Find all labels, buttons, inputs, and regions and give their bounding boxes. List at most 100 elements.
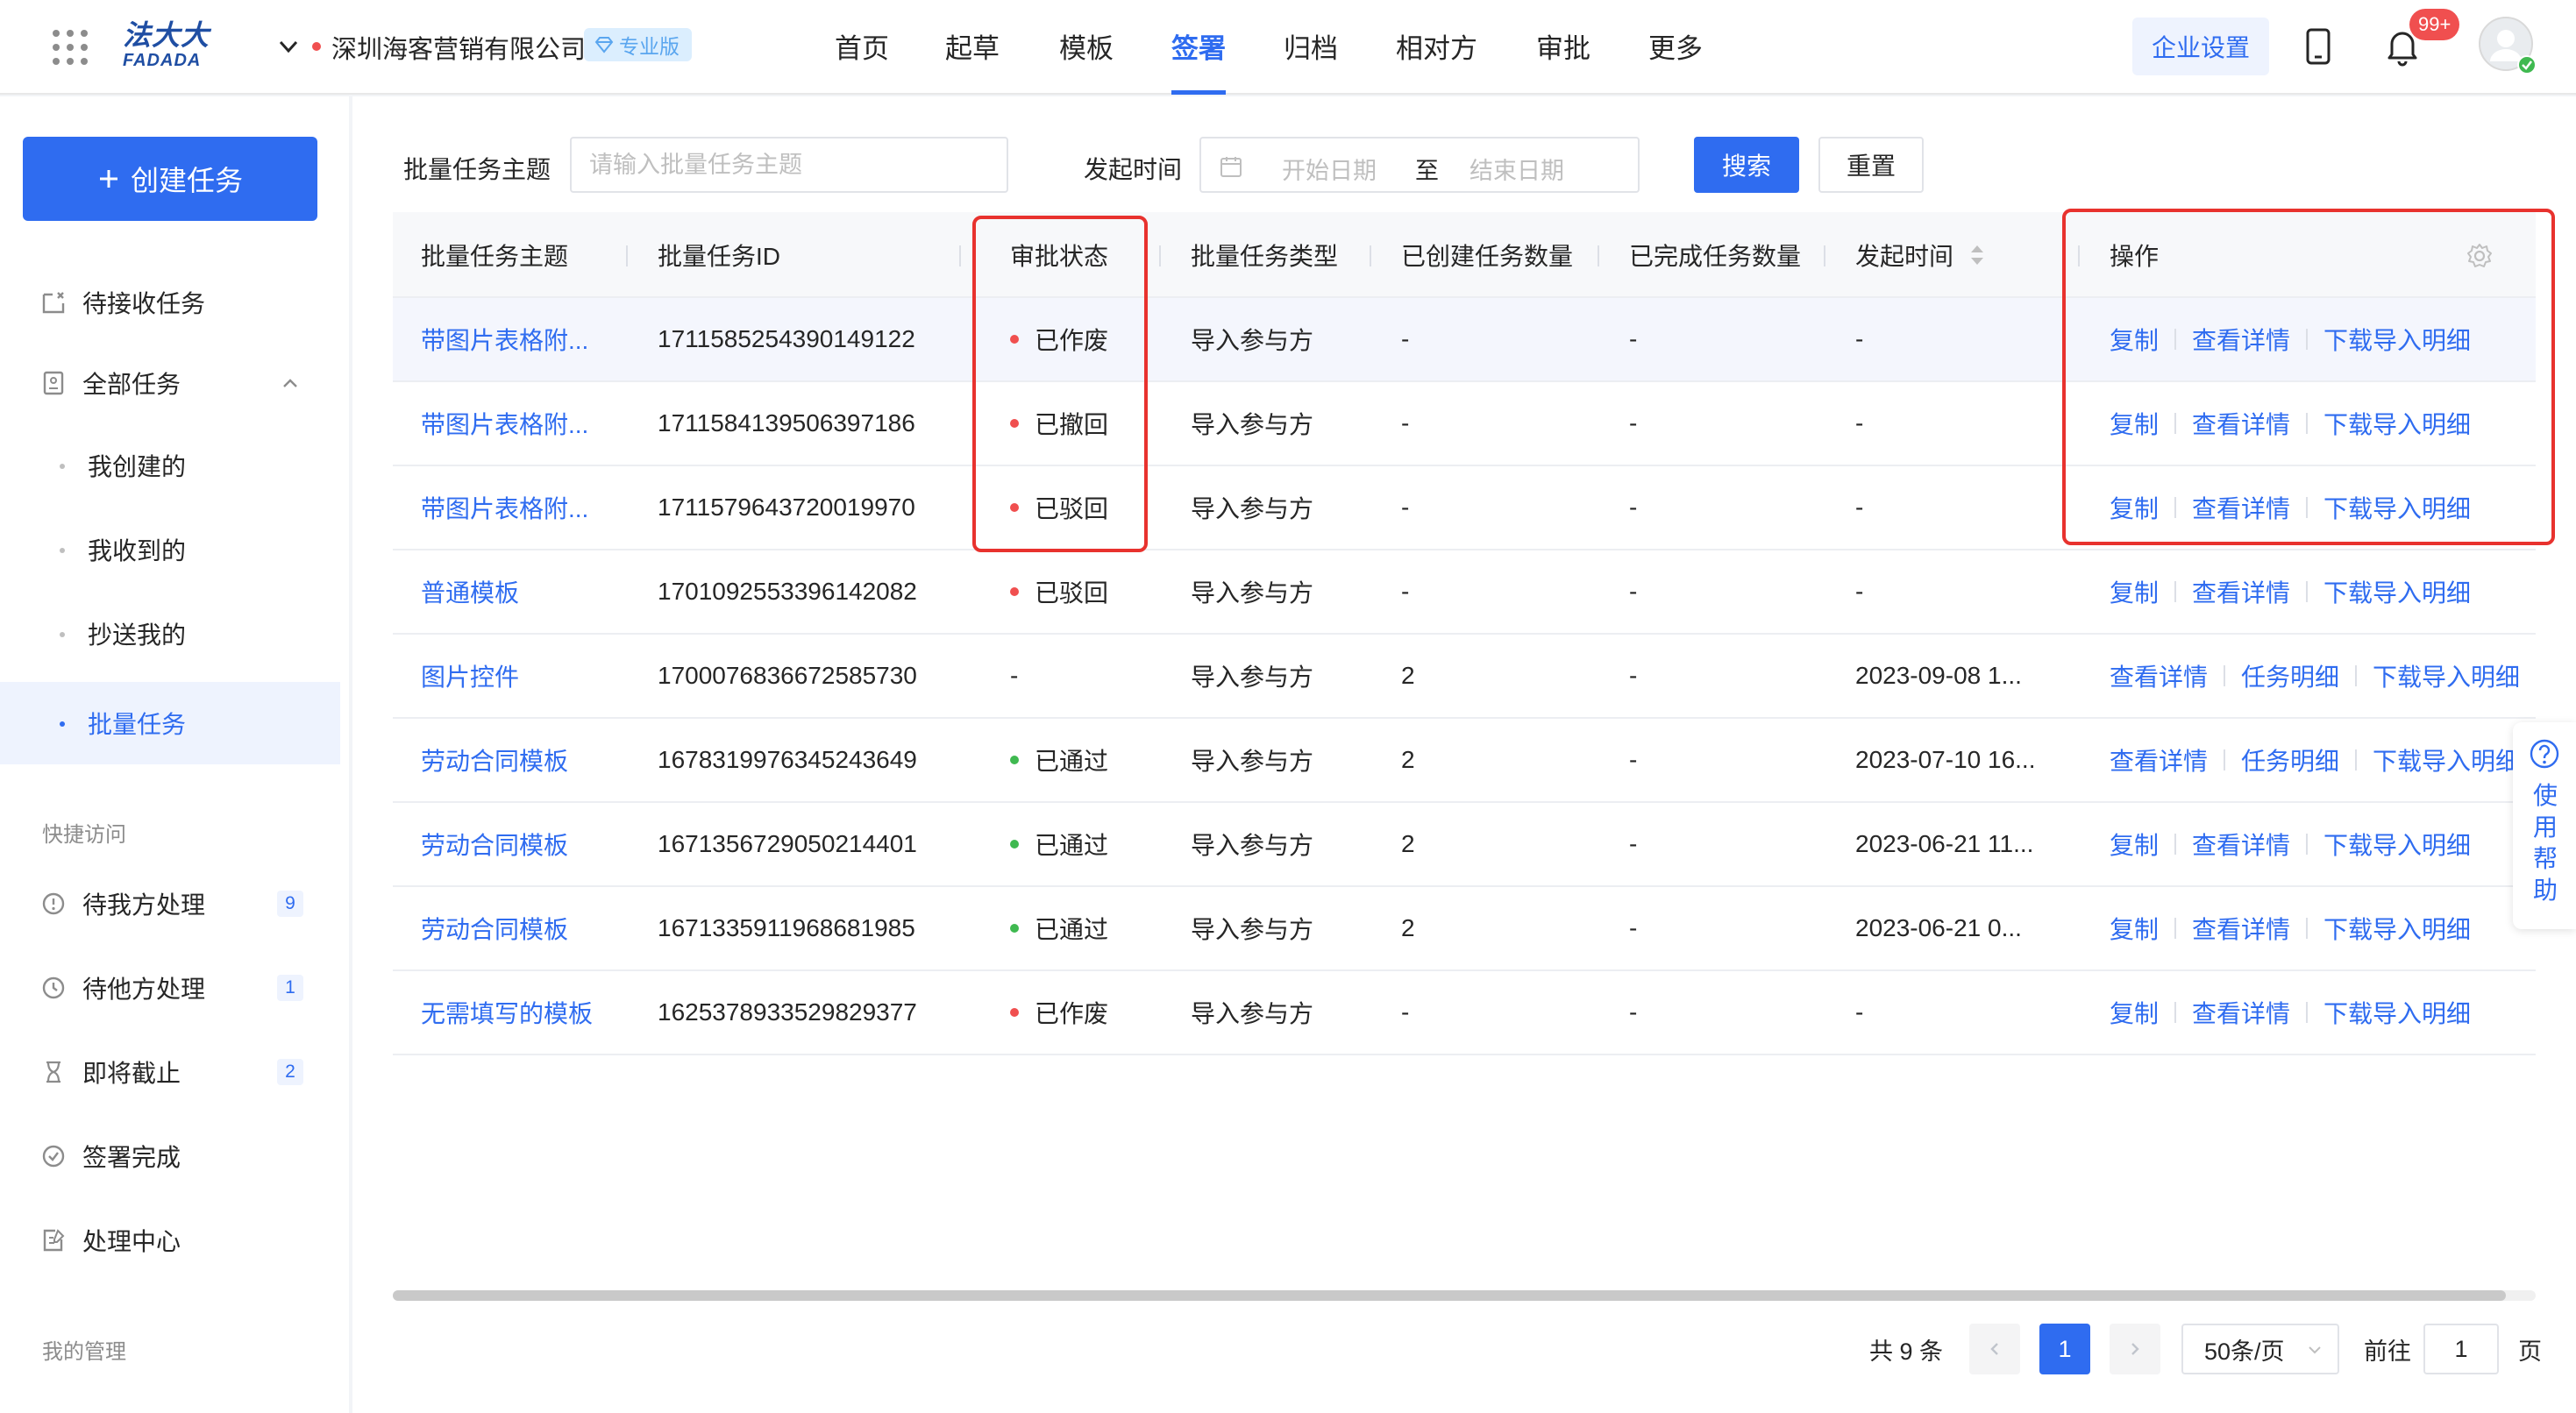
sidebar-item-label: 处理中心 [82, 1228, 181, 1255]
cell-subject[interactable]: 无需填写的模板 [421, 971, 593, 1054]
status-dot [1010, 419, 1019, 428]
chevron-down-icon[interactable] [275, 33, 302, 60]
action-link[interactable]: 复制 [2110, 995, 2159, 1030]
action-link[interactable]: 查看详情 [2110, 742, 2208, 778]
start-date-input[interactable]: 开始日期 [1282, 152, 1377, 186]
action-link[interactable]: 复制 [2110, 322, 2159, 357]
chevron-up-icon[interactable] [279, 372, 302, 394]
horizontal-scrollbar[interactable] [393, 1290, 2536, 1301]
column-divider[interactable] [1824, 245, 1825, 266]
action-link[interactable]: 查看详情 [2192, 406, 2290, 441]
column-divider[interactable] [1159, 245, 1161, 266]
sidebar-item-processing-center[interactable]: 处理中心 [0, 1199, 340, 1282]
action-link[interactable]: 下载导入明细 [2323, 827, 2471, 862]
action-link[interactable]: 查看详情 [2192, 911, 2290, 946]
action-link[interactable]: 下载导入明细 [2323, 911, 2471, 946]
action-link[interactable]: 任务明细 [2241, 742, 2339, 778]
sidebar-item-due-soon[interactable]: 即将截止 2 [0, 1031, 340, 1113]
page-button-current[interactable]: 1 [2039, 1324, 2090, 1374]
goto-page-input[interactable]: 1 [2423, 1324, 2499, 1374]
nav-template[interactable]: 模板 [1059, 26, 1114, 95]
action-link[interactable]: 复制 [2110, 827, 2159, 862]
column-divider[interactable] [1370, 245, 1371, 266]
cell-subject[interactable]: 图片控件 [421, 635, 519, 717]
scrollbar-thumb[interactable] [393, 1290, 2506, 1301]
reset-button[interactable]: 重置 [1818, 137, 1924, 193]
next-page-button[interactable] [2110, 1324, 2160, 1374]
page-size-select[interactable]: 50条/页 [2181, 1324, 2339, 1374]
subject-search-input[interactable] [570, 137, 1008, 193]
cell-start-time: 2023-09-08 1... [1855, 635, 2022, 717]
action-link[interactable]: 查看详情 [2192, 490, 2290, 525]
end-date-input[interactable]: 结束日期 [1469, 152, 1564, 186]
goto-label: 前往 [2364, 1338, 2411, 1365]
cell-subject[interactable]: 劳动合同模板 [421, 803, 568, 885]
sidebar-item-pending-others[interactable]: 待他方处理 1 [0, 947, 340, 1029]
sidebar-item-cc-me[interactable]: 抄送我的 [0, 593, 340, 675]
action-link[interactable]: 下载导入明细 [2373, 658, 2520, 693]
create-task-button[interactable]: 创建任务 [23, 137, 317, 221]
action-link[interactable]: 复制 [2110, 574, 2159, 609]
sidebar-item-batch-tasks[interactable]: 批量任务 [0, 682, 340, 764]
action-link[interactable]: 下载导入明细 [2323, 490, 2471, 525]
cell-subject[interactable]: 带图片表格附... [421, 382, 588, 465]
gear-icon[interactable] [2466, 242, 2494, 270]
action-link[interactable]: 复制 [2110, 911, 2159, 946]
app-grid-icon[interactable] [49, 26, 91, 68]
column-divider[interactable] [1598, 245, 1599, 266]
fadada-logo[interactable]: 法大大 FADADA [123, 19, 214, 72]
sidebar-item-pending-us[interactable]: 待我方处理 9 [0, 863, 340, 945]
nav-home[interactable]: 首页 [835, 26, 889, 95]
sidebar-item-received[interactable]: 我收到的 [0, 508, 340, 591]
cell-created-count: 2 [1401, 803, 1415, 885]
enterprise-settings-button[interactable]: 企业设置 [2132, 18, 2269, 75]
nav-archive[interactable]: 归档 [1284, 26, 1338, 95]
column-divider[interactable] [2078, 245, 2080, 266]
sidebar-item-signed-complete[interactable]: 签署完成 [0, 1115, 340, 1197]
col-created-count: 已创建任务数量 [1401, 243, 1574, 270]
sidebar-item-created-by-me[interactable]: 我创建的 [0, 424, 340, 507]
cell-status: 已驳回 [1010, 550, 1108, 633]
action-link[interactable]: 下载导入明细 [2323, 322, 2471, 357]
cell-completed-count-text: - [1629, 662, 1638, 689]
sort-icon[interactable] [1968, 242, 1987, 268]
action-link[interactable]: 下载导入明细 [2323, 406, 2471, 441]
nav-approval[interactable]: 审批 [1536, 26, 1590, 95]
search-button[interactable]: 搜索 [1694, 137, 1799, 193]
nav-more[interactable]: 更多 [1648, 26, 1703, 95]
cell-subject[interactable]: 普通模板 [421, 550, 519, 633]
action-link[interactable]: 查看详情 [2192, 827, 2290, 862]
company-switcher[interactable]: 深圳海客营销有限公司 [331, 29, 586, 66]
column-divider[interactable] [959, 245, 961, 266]
action-link[interactable]: 复制 [2110, 490, 2159, 525]
column-divider[interactable] [626, 245, 628, 266]
mobile-icon[interactable] [2301, 26, 2336, 67]
check-circle-icon [40, 1143, 67, 1169]
action-link[interactable]: 查看详情 [2192, 322, 2290, 357]
cell-subject[interactable]: 带图片表格附... [421, 298, 588, 380]
action-link[interactable]: 查看详情 [2192, 995, 2290, 1030]
action-link[interactable]: 复制 [2110, 406, 2159, 441]
cell-subject[interactable]: 劳动合同模板 [421, 887, 568, 969]
cell-subject[interactable]: 带图片表格附... [421, 466, 588, 549]
cell-subject[interactable]: 劳动合同模板 [421, 719, 568, 801]
prev-page-button[interactable] [1969, 1324, 2020, 1374]
action-link[interactable]: 任务明细 [2241, 658, 2339, 693]
sidebar-item-all-tasks[interactable]: 全部任务 [0, 342, 340, 424]
nav-draft[interactable]: 起草 [945, 26, 1000, 95]
action-link[interactable]: 查看详情 [2192, 574, 2290, 609]
batch-task-table: 批量任务主题 批量任务ID 审批状态 批量任务类型 已创建任务数量 已完成任务数… [393, 212, 2536, 1055]
action-link[interactable]: 下载导入明细 [2323, 995, 2471, 1030]
nav-sign[interactable]: 签署 [1171, 26, 1226, 95]
nav-counterparty[interactable]: 相对方 [1396, 26, 1477, 95]
action-link[interactable]: 下载导入明细 [2323, 574, 2471, 609]
action-link[interactable]: 下载导入明细 [2373, 742, 2520, 778]
cell-actions: 复制 查看详情 下载导入明细 [2110, 887, 2471, 969]
date-range-picker[interactable]: 开始日期 至 结束日期 [1199, 137, 1640, 193]
avatar[interactable] [2478, 16, 2537, 75]
cell-status-text: 已通过 [1035, 748, 1109, 775]
sidebar-item-pending-receive[interactable]: 待接收任务 [0, 261, 340, 344]
action-link[interactable]: 查看详情 [2110, 658, 2208, 693]
help-floating-tab[interactable]: 使用帮助 [2513, 722, 2576, 929]
col-start-time[interactable]: 发起时间 [1855, 212, 1987, 298]
